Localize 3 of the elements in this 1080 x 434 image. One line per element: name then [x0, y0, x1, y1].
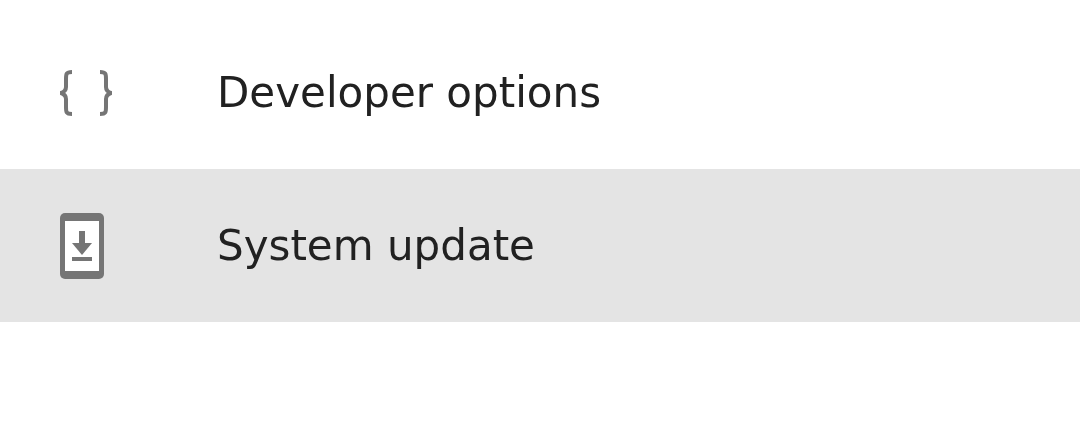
braces-icon — [60, 69, 112, 116]
settings-item[interactable]: System update — [0, 169, 1080, 322]
phone-download-icon — [60, 212, 104, 279]
